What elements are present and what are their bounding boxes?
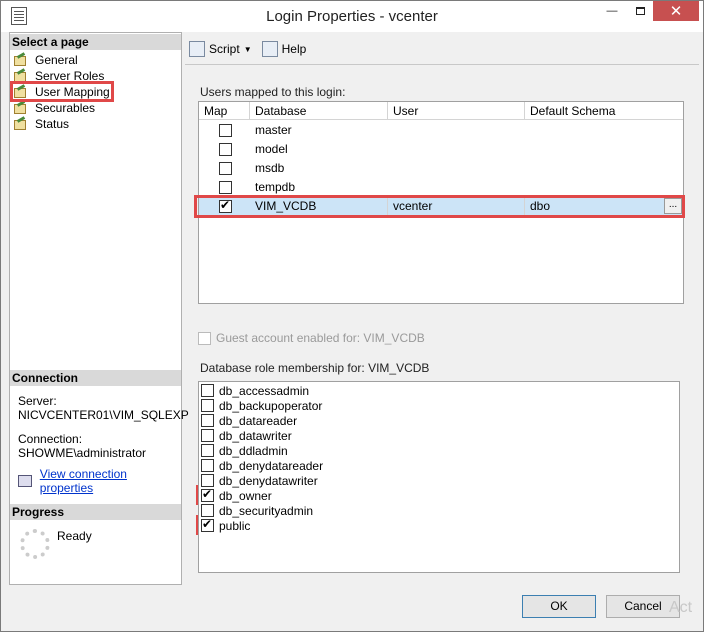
map-checkbox[interactable] (219, 143, 232, 156)
guest-checkbox (198, 331, 211, 345)
role-checkbox[interactable] (201, 429, 214, 442)
role-checkbox[interactable] (201, 487, 214, 502)
highlight-vim-vcdb-row (194, 195, 685, 218)
role-name: db_ddladmin (219, 443, 288, 458)
maximize-icon (635, 7, 645, 15)
role-name: db_owner (219, 488, 272, 503)
view-link-label: View connection properties (39, 467, 127, 495)
role-checkbox[interactable] (201, 459, 214, 472)
toolbar: Script ▼ Help (189, 40, 316, 58)
connection-info: Server: NICVCENTER01\VIM_SQLEXP Connecti… (18, 394, 189, 460)
script-button[interactable]: Script ▼ (189, 41, 252, 57)
page-item-label: Status (35, 117, 70, 131)
list-item[interactable]: db_datareader (201, 413, 297, 428)
highlight-user-mapping (10, 81, 114, 102)
server-label: Server: (18, 394, 57, 408)
role-checkbox[interactable] (201, 474, 214, 487)
list-item[interactable]: public (201, 517, 251, 533)
role-name: db_datareader (219, 413, 298, 428)
help-button[interactable]: Help (261, 41, 307, 57)
page-item-status[interactable]: Status (13, 116, 110, 132)
list-item[interactable]: db_ddladmin (201, 443, 288, 458)
user-cell[interactable] (388, 140, 393, 159)
page-wrench-icon (13, 54, 27, 66)
user-cell[interactable] (388, 121, 393, 140)
maximize-button[interactable] (626, 1, 654, 21)
activation-watermark: Act (669, 599, 693, 616)
select-page-header: Select a page (10, 34, 181, 50)
page-item-general[interactable]: General (13, 52, 110, 68)
map-checkbox[interactable] (219, 181, 232, 194)
page-item-securables[interactable]: Securables (13, 100, 110, 116)
schema-cell[interactable] (525, 121, 530, 140)
role-membership-list[interactable]: db_accessadmin db_backupoperator db_data… (198, 381, 680, 573)
list-item[interactable]: db_denydatawriter (201, 473, 318, 488)
progress-spinner-icon (20, 529, 50, 559)
role-name: public (219, 518, 251, 533)
role-name: db_backupoperator (219, 398, 323, 413)
help-label: Help (281, 42, 307, 56)
table-row[interactable]: msdb (199, 159, 683, 178)
help-icon (261, 41, 278, 57)
connection-label: Connection: (18, 432, 83, 446)
role-checkbox[interactable] (201, 399, 214, 412)
close-button[interactable]: ✕ (653, 1, 699, 21)
properties-icon (18, 475, 32, 487)
role-name: db_denydatawriter (219, 473, 318, 488)
minimize-button[interactable]: — (598, 1, 626, 21)
view-connection-properties-link[interactable]: View connection properties (18, 467, 181, 495)
column-header-default-schema[interactable]: Default Schema (525, 102, 683, 120)
table-row[interactable]: model (199, 140, 683, 159)
table-row[interactable]: master (199, 121, 683, 140)
user-cell[interactable] (388, 159, 393, 178)
ok-button[interactable]: OK (522, 595, 596, 618)
role-name: db_datawriter (219, 428, 292, 443)
role-checkbox[interactable] (201, 384, 214, 397)
role-name: db_accessadmin (219, 383, 310, 398)
role-name: db_denydatareader (219, 458, 324, 473)
page-wrench-icon (13, 102, 27, 114)
dropdown-arrow-icon[interactable]: ▼ (244, 45, 252, 54)
server-value: NICVCENTER01\VIM_SQLEXP (18, 408, 189, 422)
role-checkbox[interactable] (201, 504, 214, 517)
map-checkbox[interactable] (219, 124, 232, 137)
list-item[interactable]: db_accessadmin (201, 383, 309, 398)
connection-header: Connection (10, 370, 181, 386)
map-checkbox[interactable] (219, 162, 232, 175)
page-item-label: Securables (35, 101, 96, 115)
schema-cell[interactable] (525, 159, 530, 178)
title-bar: Login Properties - vcenter — ✕ (1, 1, 703, 32)
list-item[interactable]: db_owner (201, 487, 272, 503)
page-wrench-icon (13, 118, 27, 130)
list-item[interactable]: db_backupoperator (201, 398, 322, 413)
list-item[interactable]: db_securityadmin (201, 503, 313, 518)
list-item[interactable]: db_denydatareader (201, 458, 323, 473)
script-label: Script (209, 42, 240, 56)
connection-value: SHOWME\administrator (18, 446, 147, 460)
column-header-user[interactable]: User (388, 102, 525, 120)
script-icon (189, 41, 205, 57)
login-properties-window: Login Properties - vcenter — ✕ Select a … (0, 0, 704, 632)
role-checkbox[interactable] (201, 444, 214, 457)
guest-label: Guest account enabled for: VIM_VCDB (216, 331, 425, 345)
list-item[interactable]: db_datawriter (201, 428, 292, 443)
page-item-label: General (35, 53, 78, 67)
database-cell: msdb (255, 161, 285, 175)
role-checkbox[interactable] (201, 517, 214, 532)
schema-cell[interactable] (525, 140, 530, 159)
progress-status: Ready (57, 529, 92, 543)
left-pane: Select a page General Server Roles User … (9, 32, 189, 585)
guest-account-option: Guest account enabled for: VIM_VCDB (198, 331, 425, 345)
database-cell: model (255, 142, 288, 156)
column-header-database[interactable]: Database (250, 102, 388, 120)
toolbar-divider (185, 64, 699, 65)
progress-header: Progress (10, 504, 181, 520)
users-mapped-label: Users mapped to this login: (200, 85, 346, 99)
grid-header: Map Database User Default Schema (199, 102, 683, 120)
database-cell: master (255, 123, 292, 137)
role-membership-label: Database role membership for: VIM_VCDB (200, 361, 430, 375)
role-name: db_securityadmin (219, 503, 314, 518)
column-header-map[interactable]: Map (199, 102, 250, 120)
role-checkbox[interactable] (201, 414, 214, 427)
